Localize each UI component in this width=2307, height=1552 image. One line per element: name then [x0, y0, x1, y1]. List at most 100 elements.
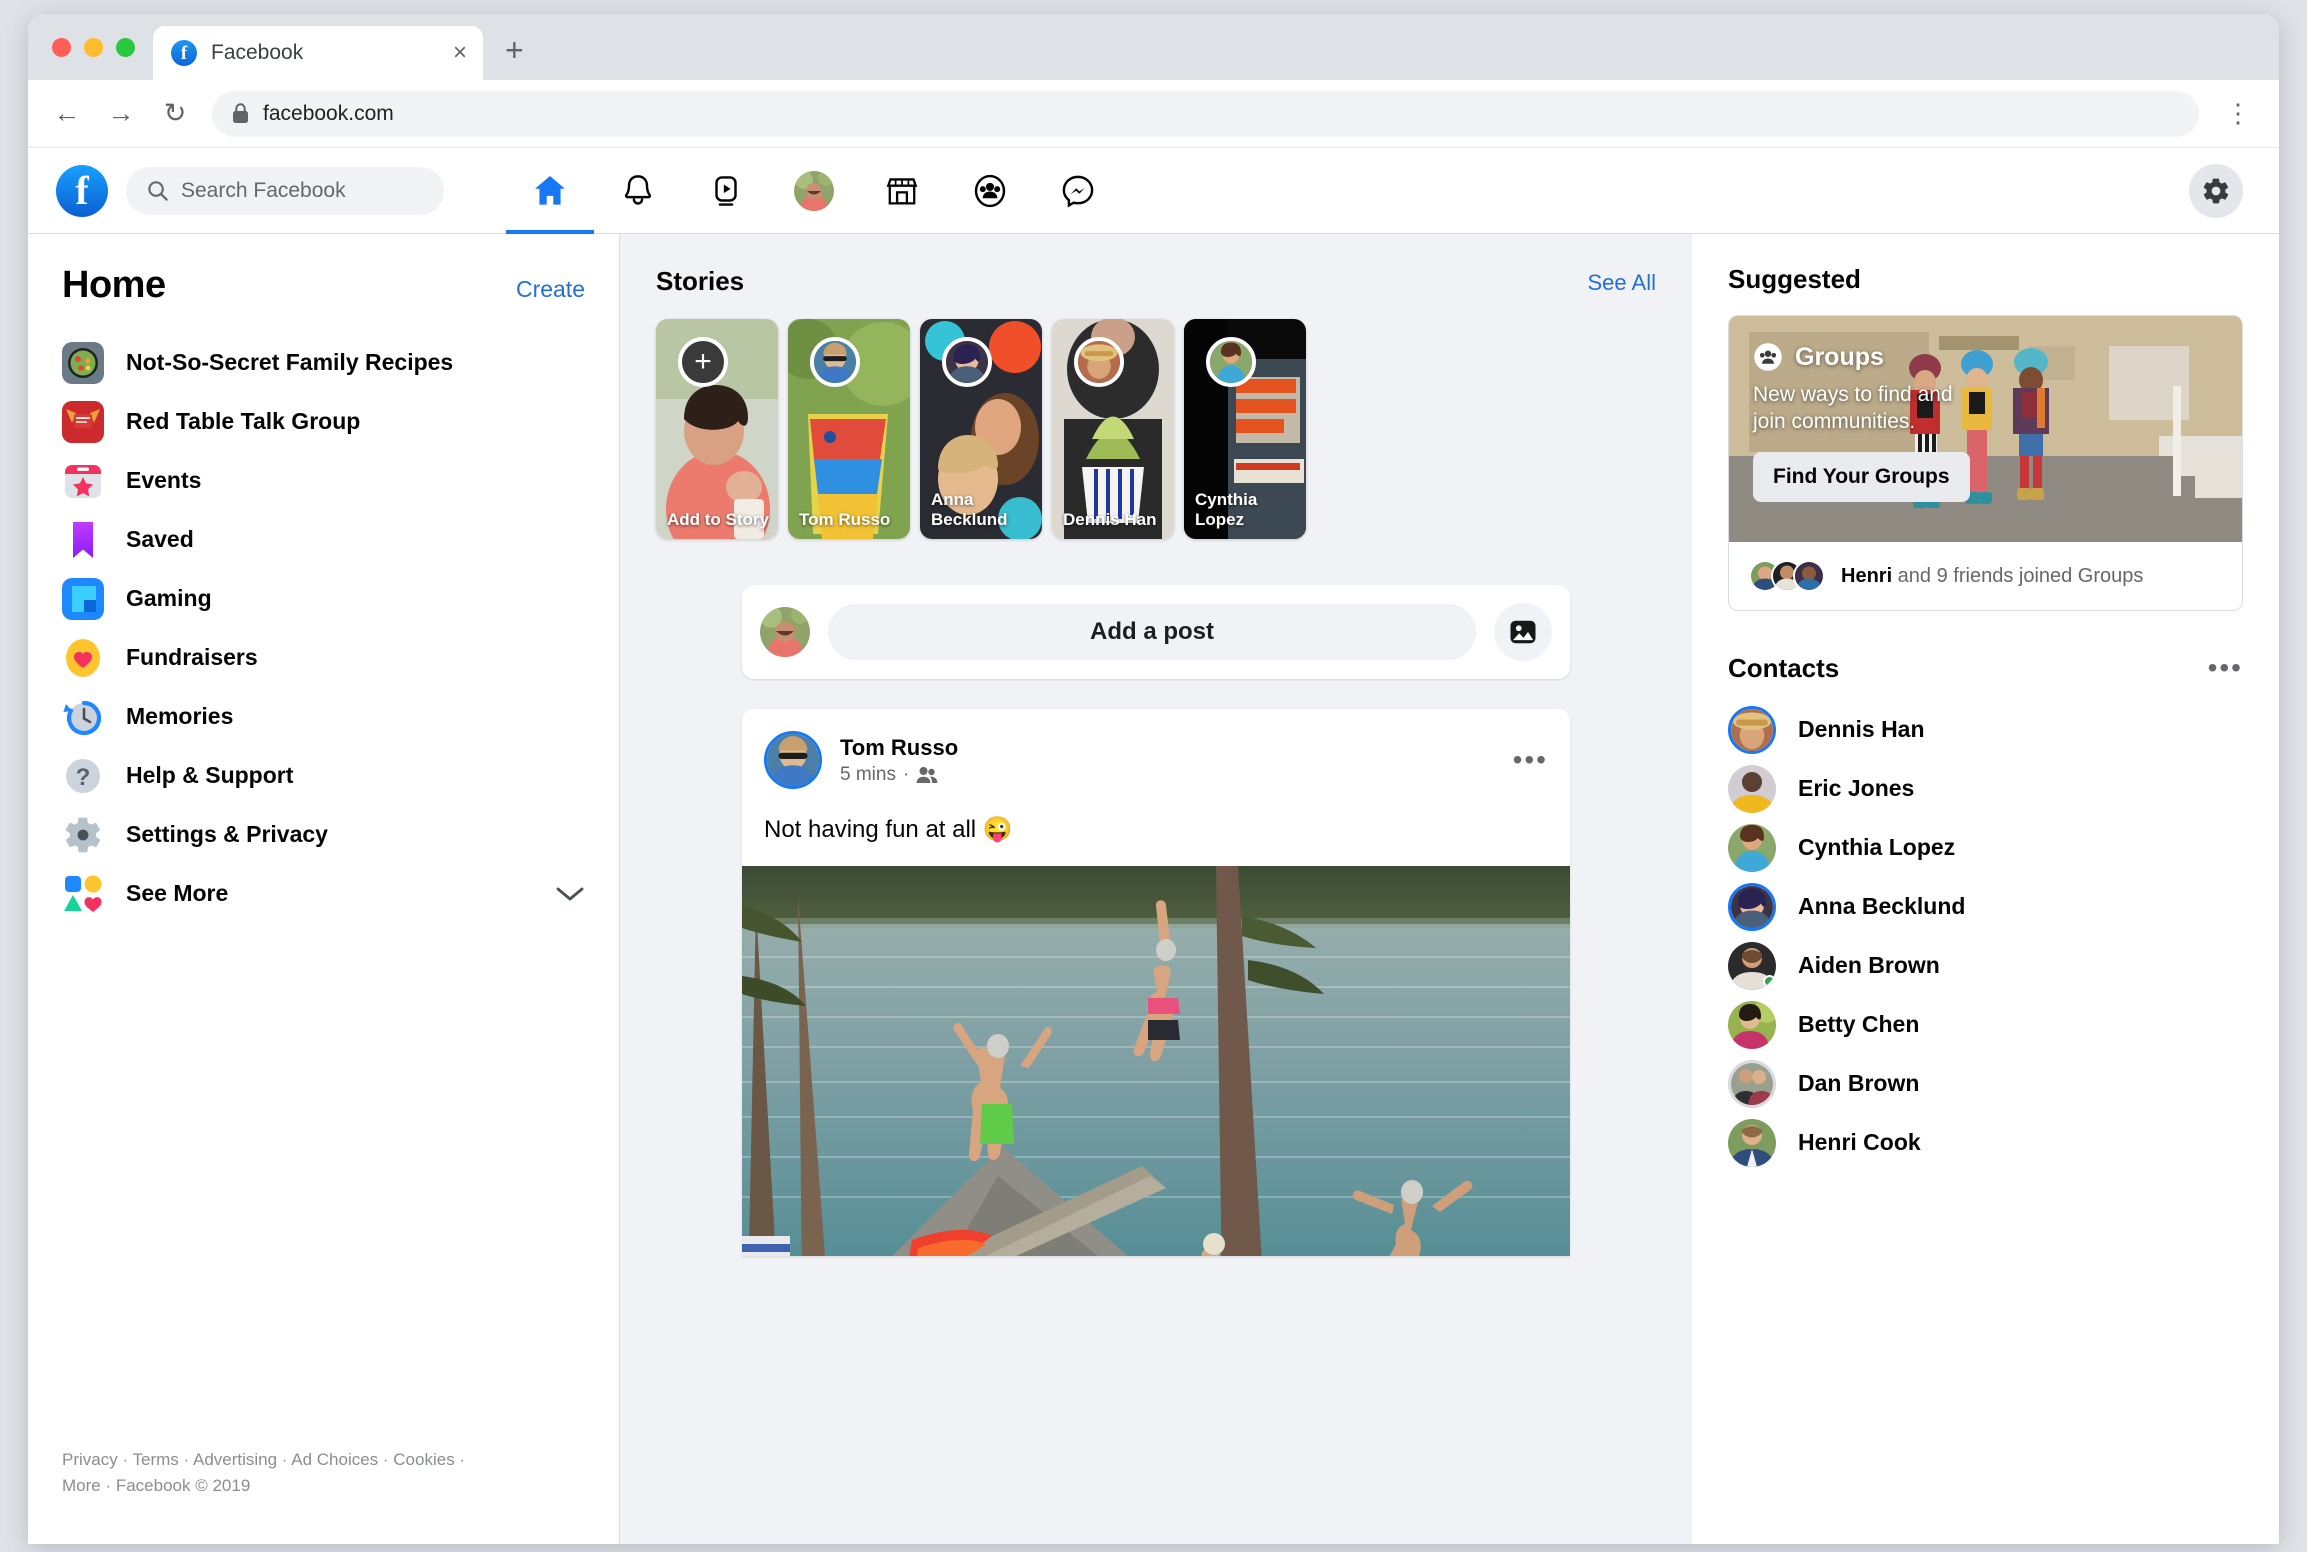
avatar[interactable]	[764, 731, 822, 789]
center-feed: Stories See All + Add to Story Tom Russo…	[620, 234, 1692, 1544]
browser-tab[interactable]: f Facebook ×	[153, 26, 483, 80]
clock-icon	[62, 696, 104, 738]
maximize-window-button[interactable]	[116, 37, 135, 57]
contact-row-dennis-han[interactable]: Dennis Han	[1728, 700, 2243, 759]
contact-row-aiden-brown[interactable]: Aiden Brown	[1728, 936, 2243, 995]
suggested-groups-card[interactable]: Groups New ways to find and join communi…	[1728, 315, 2243, 611]
avatar	[1728, 764, 1776, 813]
post-menu-button[interactable]: •••	[1513, 745, 1548, 773]
nav-item-profile[interactable]	[770, 148, 858, 234]
chevron-down-icon	[556, 887, 584, 900]
bookmark-icon	[62, 519, 104, 561]
nav-item-home[interactable]	[506, 148, 594, 234]
find-your-groups-button[interactable]: Find Your Groups	[1753, 451, 1970, 502]
contact-row-cynthia-lopez[interactable]: Cynthia Lopez	[1728, 818, 2243, 877]
gaming-icon	[62, 577, 104, 620]
online-status-indicator	[1763, 974, 1776, 988]
suggested-badge-label: Groups	[1795, 342, 1884, 371]
suggested-title: Suggested	[1728, 264, 1861, 294]
facebook-logo-icon[interactable]: f	[56, 164, 108, 217]
add-story-plus-button[interactable]: +	[678, 337, 728, 387]
settings-button[interactable]	[2189, 163, 2243, 218]
story-card-cynthia-lopez[interactable]: Cynthia Lopez	[1184, 319, 1306, 539]
nav-item-marketplace[interactable]	[858, 148, 946, 234]
footer-line-2[interactable]: More · Facebook © 2019	[62, 1473, 585, 1499]
story-avatar	[1206, 337, 1256, 387]
stories-header: Stories See All	[656, 266, 1656, 297]
story-card-label: Anna Becklund	[931, 489, 1008, 529]
new-tab-button[interactable]: +	[483, 34, 546, 80]
close-tab-icon[interactable]: ×	[453, 41, 467, 65]
post-header: Tom Russo 5 mins · •••	[764, 731, 1548, 789]
avatar	[1728, 823, 1776, 872]
browser-menu-icon[interactable]: ⋮	[2219, 98, 2257, 129]
minimize-window-button[interactable]	[84, 37, 103, 57]
footer-line-1[interactable]: Privacy · Terms · Advertising · Ad Choic…	[62, 1447, 585, 1473]
sidebar-item-see-more[interactable]: See More	[62, 864, 585, 923]
sidebar-item-help-support[interactable]: ? Help & Support	[62, 746, 585, 805]
contact-row-eric-jones[interactable]: Eric Jones	[1728, 759, 2243, 818]
gear-icon	[2203, 178, 2229, 203]
post-meta: 5 mins ·	[840, 764, 958, 786]
back-icon[interactable]: ←	[50, 98, 84, 129]
avatar	[760, 607, 810, 657]
sidebar-item-fundraisers[interactable]: Fundraisers	[62, 628, 585, 687]
avatar	[1728, 882, 1776, 931]
suggested-card-footer: Henri and 9 friends joined Groups	[1729, 542, 2242, 610]
contact-name: Aiden Brown	[1798, 952, 1940, 978]
search-input[interactable]: Search Facebook	[126, 166, 444, 215]
sidebar-item-gaming[interactable]: Gaming	[62, 569, 585, 628]
contact-row-henri-cook[interactable]: Henri Cook	[1728, 1113, 2243, 1172]
page-body: Home Create Not-So-Secret Family Recipes	[28, 234, 2279, 1544]
reload-icon[interactable]: ↻	[158, 98, 192, 129]
nav-item-watch[interactable]	[682, 148, 770, 234]
avatar	[794, 170, 834, 211]
window-traffic-lights	[44, 14, 153, 80]
sidebar-item-red-table-talk[interactable]: Red Table Talk Group	[62, 392, 585, 451]
forward-icon[interactable]: →	[104, 98, 138, 129]
create-link[interactable]: Create	[516, 276, 585, 303]
sidebar-item-events[interactable]: Events	[62, 451, 585, 510]
friends-icon	[916, 766, 938, 783]
story-card-anna-becklund[interactable]: Anna Becklund	[920, 319, 1042, 539]
add-photo-button[interactable]	[1494, 603, 1552, 661]
avatar	[1728, 1059, 1776, 1108]
add-post-input[interactable]: Add a post	[828, 604, 1476, 660]
left-sidebar: Home Create Not-So-Secret Family Recipes	[28, 234, 620, 1544]
facepile-avatar	[1793, 560, 1825, 592]
stories-row: + Add to Story Tom Russo Anna Becklund D…	[656, 319, 1656, 539]
story-card-dennis-han[interactable]: Dennis Han	[1052, 319, 1174, 539]
primary-nav	[506, 148, 1122, 234]
post-author-name[interactable]: Tom Russo	[840, 735, 958, 761]
contact-row-anna-becklund[interactable]: Anna Becklund	[1728, 877, 2243, 936]
story-avatar	[810, 337, 860, 387]
url-input[interactable]: facebook.com	[212, 90, 2199, 137]
browser-window: f Facebook × + ← → ↻ facebook.com ⋮ f Se…	[28, 14, 2279, 1544]
story-card-add-to-story[interactable]: + Add to Story	[656, 319, 778, 539]
post-image[interactable]	[742, 866, 1570, 1256]
contacts-header: Contacts •••	[1728, 653, 2243, 684]
nav-item-notifications[interactable]	[594, 148, 682, 234]
contact-row-betty-chen[interactable]: Betty Chen	[1728, 995, 2243, 1054]
sidebar-item-label: Fundraisers	[126, 644, 258, 670]
browser-tab-title: Facebook	[211, 41, 304, 64]
sidebar-item-label: Memories	[126, 703, 234, 729]
story-card-tom-russo[interactable]: Tom Russo	[788, 319, 910, 539]
stories-see-all-link[interactable]: See All	[1588, 270, 1657, 296]
sidebar-item-settings-privacy[interactable]: Settings & Privacy	[62, 805, 585, 864]
contact-name: Cynthia Lopez	[1798, 834, 1956, 860]
question-mark-icon: ?	[62, 755, 104, 797]
nav-item-messenger[interactable]	[1034, 148, 1122, 234]
suggested-badge: Groups	[1753, 342, 2218, 372]
messenger-icon	[1062, 175, 1094, 207]
contact-row-dan-brown[interactable]: Dan Brown	[1728, 1054, 2243, 1113]
bell-icon	[624, 174, 652, 205]
heart-icon	[62, 637, 104, 679]
close-window-button[interactable]	[52, 37, 71, 57]
contact-name: Dan Brown	[1798, 1070, 1920, 1096]
sidebar-item-family-recipes[interactable]: Not-So-Secret Family Recipes	[62, 333, 585, 392]
contacts-menu-button[interactable]: •••	[2208, 654, 2243, 682]
sidebar-item-saved[interactable]: Saved	[62, 510, 585, 569]
sidebar-item-memories[interactable]: Memories	[62, 687, 585, 746]
nav-item-groups[interactable]	[946, 148, 1034, 234]
